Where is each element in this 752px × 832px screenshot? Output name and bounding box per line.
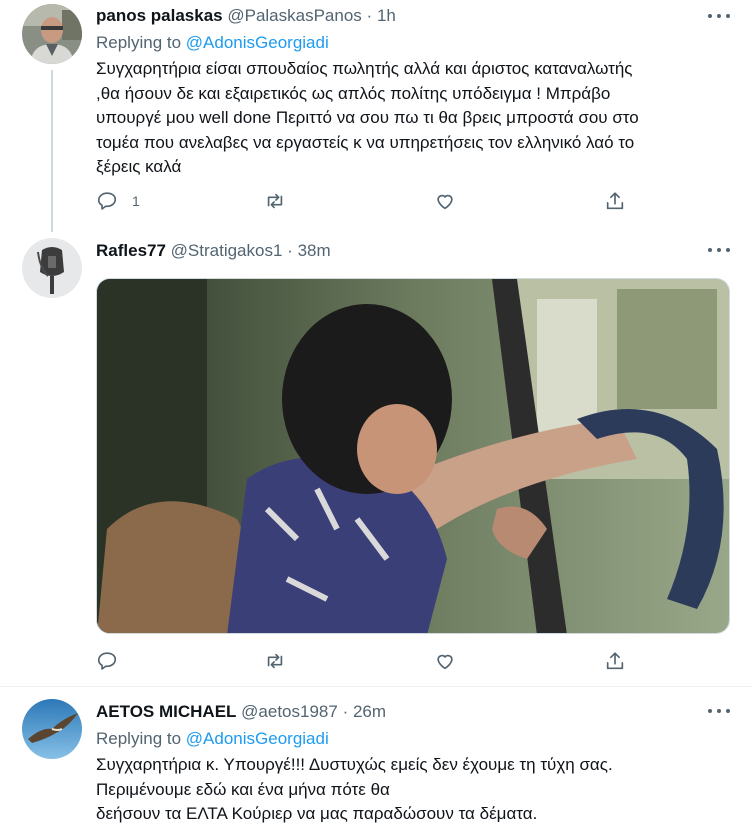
retweet-icon [267, 653, 283, 669]
replying-label: Replying to [96, 729, 182, 748]
share-button[interactable] [604, 188, 626, 214]
reply-icon [97, 192, 117, 210]
timestamp[interactable]: 26m [353, 702, 386, 721]
share-icon [606, 192, 624, 210]
gif-media[interactable] [96, 278, 730, 634]
thread-line [51, 70, 53, 232]
text-line: ξέρεις καλά [96, 157, 182, 176]
like-button[interactable] [434, 188, 456, 214]
tweet[interactable]: panos palaskas @PalaskasPanos · 1h Reply… [0, 0, 752, 232]
more-options-icon[interactable] [708, 238, 730, 262]
retweet-button[interactable] [264, 648, 286, 674]
tweet-header: Rafles77 @Stratigakos1 · 38m [96, 239, 331, 263]
reply-button[interactable]: 1 [96, 188, 140, 214]
tweet-text: Συγχαρητήρια είσαι σπουδαίος πωλητής αλλ… [96, 57, 726, 180]
replying-label: Replying to [96, 33, 182, 52]
like-icon [437, 654, 453, 670]
tweet-header: panos palaskas @PalaskasPanos · 1h [96, 4, 396, 28]
separator: · [366, 6, 373, 25]
text-line: Συγχαρητήρια κ. Υπουργέ!!! Δυστυχώς εμεί… [96, 755, 613, 774]
reply-button[interactable] [96, 648, 118, 674]
user-photo-avatar-icon [22, 4, 82, 64]
avatar[interactable] [22, 4, 82, 64]
share-button[interactable] [604, 648, 626, 674]
eagle-avatar-icon [22, 699, 82, 759]
handle[interactable]: @PalaskasPanos [227, 6, 361, 25]
retweet-icon [267, 193, 283, 209]
text-line: Συγχαρητήρια είσαι σπουδαίος πωλητής αλλ… [96, 59, 633, 78]
action-bar: 1 [96, 188, 626, 214]
replying-to: Replying to @AdonisGeorgiadi [96, 727, 329, 751]
handle[interactable]: @Stratigakos1 [171, 241, 283, 260]
like-icon [437, 194, 453, 210]
mention-link[interactable]: @AdonisGeorgiadi [186, 33, 329, 52]
share-icon [606, 652, 624, 670]
mention-link[interactable]: @AdonisGeorgiadi [186, 729, 329, 748]
tweet-text: Συγχαρητήρια κ. Υπουργέ!!! Δυστυχώς εμεί… [96, 753, 726, 827]
retweet-button[interactable] [264, 188, 286, 214]
avatar[interactable] [22, 699, 82, 759]
display-name[interactable]: AETOS MICHAEL [96, 702, 236, 721]
text-line: δεήσουν τα ΕΛΤΑ Κούριερ να μας παραδώσου… [96, 804, 538, 823]
text-line: τομέα που ανελαβες να εργαστείς κ να υπη… [96, 132, 635, 152]
replying-to: Replying to @AdonisGeorgiadi [96, 31, 329, 55]
text-line: υπουργέ μου well done Περιττό να σου πω … [96, 108, 639, 127]
timestamp[interactable]: 1h [377, 6, 396, 25]
reply-icon [97, 652, 117, 670]
more-options-icon[interactable] [708, 699, 730, 723]
timestamp[interactable]: 38m [298, 241, 331, 260]
text-line: Περιμένουμε εδώ και ένα μήνα πότε θα [96, 779, 390, 799]
action-bar [96, 648, 626, 674]
separator: · [287, 241, 293, 260]
text-line: ,θα ήσουν δε και εξαιρετικός ως απλός πο… [96, 83, 611, 103]
display-name[interactable]: Rafles77 [96, 241, 166, 260]
tweet[interactable]: AETOS MICHAEL @aetos1987 · 26m Replying … [0, 687, 752, 832]
separator: · [342, 702, 349, 721]
display-name[interactable]: panos palaskas [96, 6, 223, 25]
handle[interactable]: @aetos1987 [241, 702, 338, 721]
gif-image [97, 279, 729, 633]
reply-count: 1 [132, 193, 140, 209]
avatar[interactable] [22, 238, 82, 298]
tweet-header: AETOS MICHAEL @aetos1987 · 26m [96, 700, 386, 724]
like-button[interactable] [434, 648, 456, 674]
more-options-icon[interactable] [708, 4, 730, 28]
mask-avatar-icon [22, 238, 82, 298]
